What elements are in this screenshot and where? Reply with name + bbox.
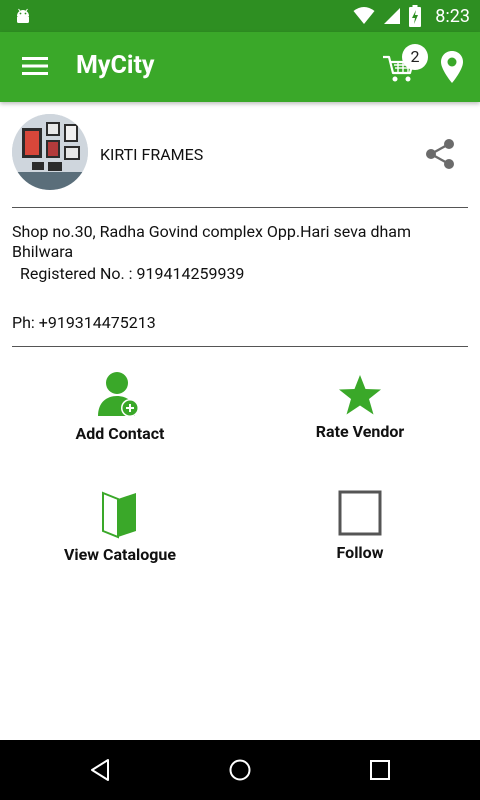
location-pin-icon[interactable]: [440, 50, 464, 84]
divider-bottom: [12, 346, 468, 347]
star-icon: [339, 375, 381, 415]
status-time: 8:23: [435, 5, 470, 27]
vendor-address: Shop no.30, Radha Govind complex Opp.Har…: [12, 222, 412, 261]
divider-top: [12, 207, 468, 208]
follow-button[interactable]: Follow: [250, 489, 470, 562]
add-contact-label: Add Contact: [75, 424, 165, 443]
view-catalogue-label: View Catalogue: [63, 545, 177, 564]
recent-apps-icon[interactable]: [368, 758, 392, 782]
rate-vendor-label: Rate Vendor: [315, 422, 405, 441]
share-icon[interactable]: [424, 138, 456, 170]
home-icon[interactable]: [228, 758, 252, 782]
app-title: MyCity: [76, 51, 155, 80]
book-icon: [102, 491, 136, 539]
hamburger-icon[interactable]: [22, 55, 48, 77]
app-bar: MyCity 2: [0, 32, 480, 102]
vendor-name: KIRTI FRAMES: [100, 145, 204, 164]
follow-label: Follow: [336, 543, 384, 562]
rate-vendor-button[interactable]: Rate Vendor: [250, 374, 470, 441]
frames-photo-icon: [12, 114, 88, 190]
vendor-phone[interactable]: Ph: +919314475213: [12, 313, 156, 332]
wifi-icon: [353, 7, 375, 24]
system-icons: 8:23: [353, 4, 470, 28]
vendor-registration: Registered No. : 919414259939: [20, 264, 245, 283]
android-icon: [17, 8, 29, 23]
status-bar: 8:23: [0, 0, 480, 32]
signal-icon: [384, 8, 401, 24]
cart-count-badge: 2: [402, 44, 428, 70]
vendor-avatar: [12, 114, 88, 190]
navigation-bar: [0, 740, 480, 800]
view-catalogue-button[interactable]: View Catalogue: [10, 489, 230, 564]
back-icon[interactable]: [88, 758, 112, 782]
battery-icon: [409, 5, 422, 27]
checkbox-icon: [338, 490, 382, 536]
add-person-icon: [98, 372, 139, 417]
add-contact-button[interactable]: Add Contact: [10, 370, 230, 443]
